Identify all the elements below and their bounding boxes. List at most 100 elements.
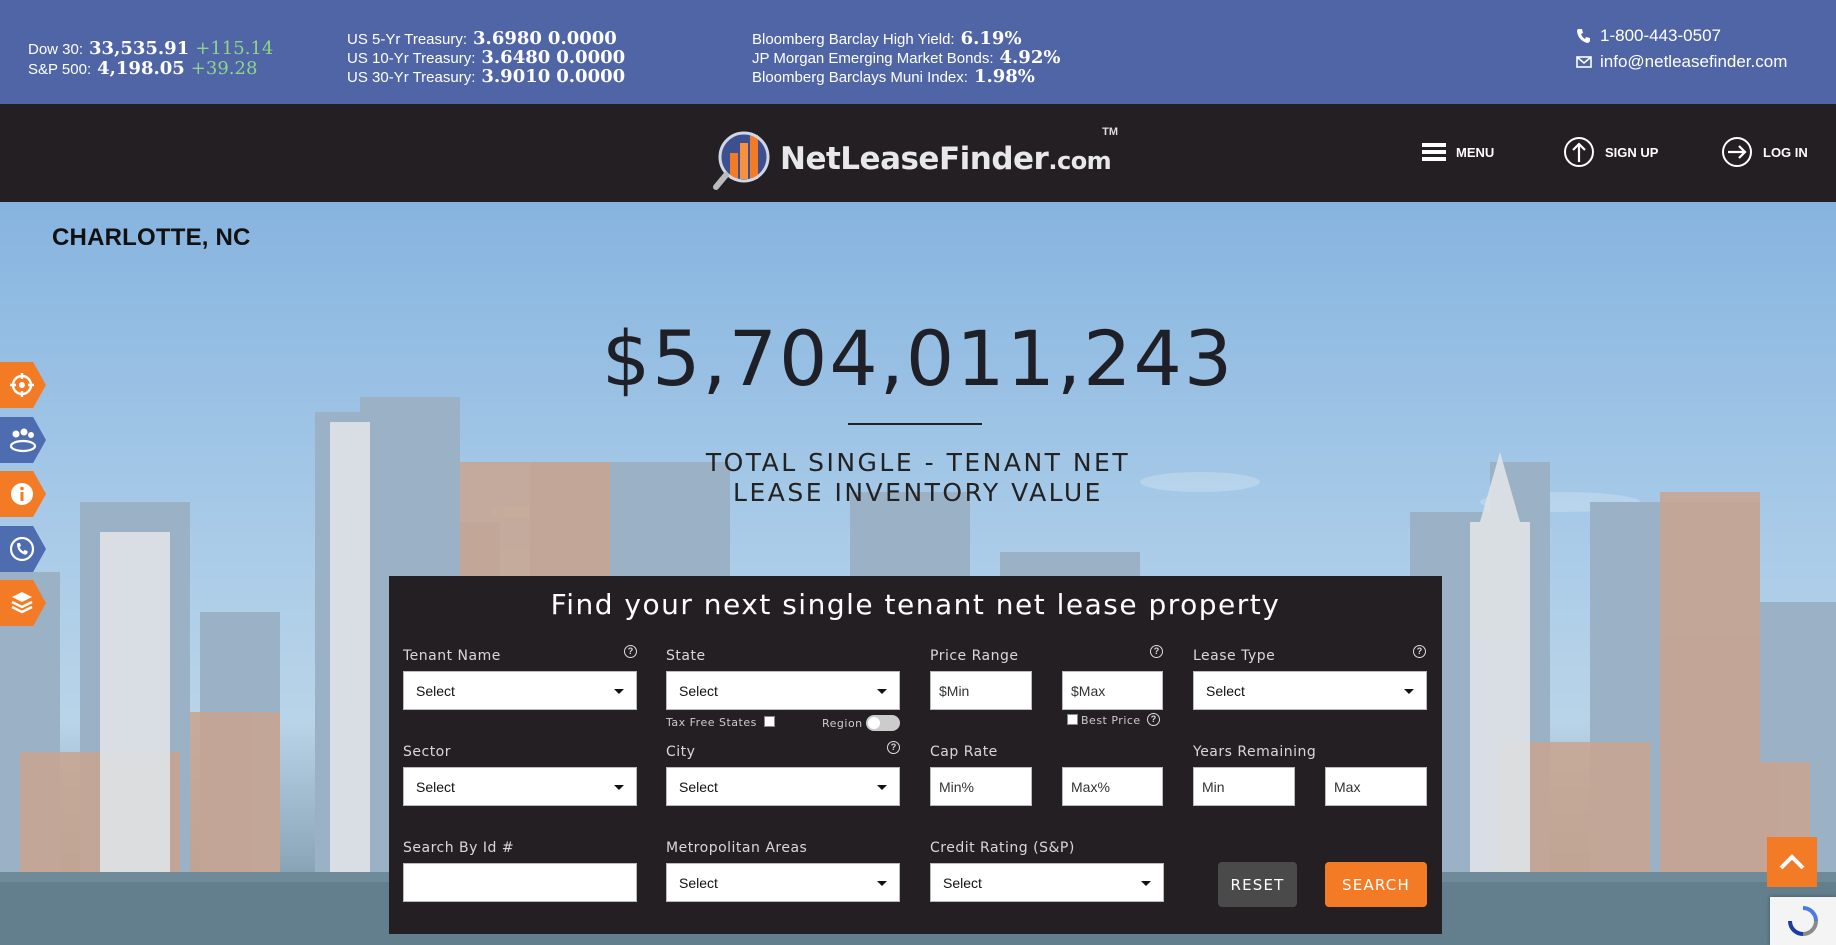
total-inventory-label: TOTAL SINGLE - TENANT NET LEASE INVENTOR…	[668, 448, 1168, 508]
years-remaining-label: Years Remaining	[1193, 744, 1317, 760]
t10-value: 3.6480	[481, 47, 551, 68]
t5-label: US 5-Yr Treasury:	[347, 31, 468, 48]
lease-type-select[interactable]: Select	[1193, 671, 1427, 710]
dow-change: +115.14	[195, 38, 274, 59]
cap-rate-max-input[interactable]	[1062, 767, 1163, 806]
metropolitan-areas-select[interactable]: Select	[666, 863, 900, 902]
group-icon	[9, 428, 37, 453]
ticker-treasury-5yr: US 5-Yr Treasury: 3.6980 0.0000	[347, 28, 617, 49]
search-by-id-input[interactable]	[403, 863, 637, 902]
ticker-emerging-bonds: JP Morgan Emerging Market Bonds: 4.92%	[752, 47, 1060, 68]
years-min-input[interactable]	[1193, 767, 1295, 806]
t30-value: 3.9010	[481, 66, 551, 87]
menu-label[interactable]: MENU	[1456, 145, 1494, 160]
credit-select-value: Select	[943, 874, 982, 891]
target-icon	[10, 373, 34, 397]
price-range-help-icon[interactable]: ?	[1150, 645, 1163, 658]
market-ticker-bar: Dow 30: 33,535.91 +115.14 S&P 500: 4,198…	[0, 0, 1836, 104]
tenant-name-select-value: Select	[416, 682, 455, 699]
scroll-to-top-button[interactable]	[1767, 837, 1817, 887]
signup-button[interactable]: SIGN UP	[1563, 136, 1658, 168]
chevron-down-icon	[1404, 689, 1414, 694]
info-icon	[11, 483, 33, 505]
recaptcha-icon	[1788, 906, 1818, 936]
signup-label[interactable]: SIGN UP	[1605, 145, 1658, 160]
t10-label: US 10-Yr Treasury:	[347, 50, 476, 67]
total-label-line2: LEASE INVENTORY VALUE	[733, 478, 1103, 507]
city-help-icon[interactable]: ?	[887, 741, 900, 754]
dow-label: Dow 30:	[28, 41, 84, 58]
login-label[interactable]: LOG IN	[1763, 145, 1808, 160]
ticker-sp500: S&P 500: 4,198.05 +39.28	[28, 58, 257, 79]
credit-rating-label: Credit Rating (S&P)	[930, 840, 1075, 856]
chevron-down-icon	[877, 881, 887, 886]
best-price-help-icon[interactable]: ?	[1147, 713, 1160, 726]
chevron-down-icon	[614, 689, 624, 694]
t30-label: US 30-Yr Treasury:	[347, 69, 476, 86]
main-navbar: NetLeaseFinder.com TM MENU SIGN UP LOG I…	[0, 104, 1836, 202]
lease-type-help-icon[interactable]: ?	[1413, 645, 1426, 658]
reset-button[interactable]: RESET	[1218, 862, 1297, 907]
login-button[interactable]: LOG IN	[1721, 136, 1808, 168]
login-arrow-icon	[1722, 137, 1752, 167]
upload-arrow-icon	[1564, 137, 1594, 167]
credit-rating-select[interactable]: Select	[930, 863, 1164, 902]
cap-rate-min-input[interactable]	[930, 767, 1032, 806]
chevron-down-icon	[877, 785, 887, 790]
state-select[interactable]: Select	[666, 671, 900, 710]
ticker-treasury-30yr: US 30-Yr Treasury: 3.9010 0.0000	[347, 66, 625, 87]
t30-change: 0.0000	[556, 66, 626, 87]
city-select-value: Select	[679, 778, 718, 795]
layers-icon	[11, 592, 33, 614]
region-toggle-knob	[868, 717, 880, 729]
best-price-label: Best Price	[1081, 714, 1141, 727]
email-address[interactable]: info@netleasefinder.com	[1600, 52, 1787, 72]
logo-magnifier-icon	[713, 131, 770, 190]
hero-divider	[848, 423, 982, 425]
logo-wordmark: NetLeaseFinder.com	[780, 141, 1112, 177]
total-label-line1: TOTAL SINGLE - TENANT NET	[705, 448, 1131, 477]
t10-change: 0.0000	[556, 47, 626, 68]
region-label: Region	[822, 717, 863, 730]
state-label: State	[666, 648, 706, 664]
sector-select[interactable]: Select	[403, 767, 637, 806]
metropolitan-areas-label: Metropolitan Areas	[666, 840, 808, 856]
recaptcha-badge[interactable]	[1770, 897, 1836, 945]
search-button[interactable]: SEARCH	[1325, 862, 1427, 907]
site-logo[interactable]: NetLeaseFinder.com TM	[712, 124, 1122, 194]
ticker-dow: Dow 30: 33,535.91 +115.14	[28, 38, 273, 59]
tax-free-states-label: Tax Free States	[666, 716, 757, 729]
phone-contact[interactable]: 1-800-443-0507	[1576, 26, 1721, 46]
city-select[interactable]: Select	[666, 767, 900, 806]
tenant-name-help-icon[interactable]: ?	[624, 645, 637, 658]
price-range-label: Price Range	[930, 648, 1019, 664]
phone-icon	[10, 536, 35, 562]
metro-select-value: Select	[679, 874, 718, 891]
chevron-down-icon	[877, 689, 887, 694]
tax-free-states-checkbox[interactable]	[764, 716, 775, 727]
t5-change: 0.0000	[547, 28, 617, 49]
tenant-name-select[interactable]: Select	[403, 671, 637, 710]
property-search-panel: Find your next single tenant net lease p…	[389, 576, 1442, 934]
email-contact[interactable]: info@netleasefinder.com	[1576, 52, 1787, 72]
menu-button[interactable]: MENU	[1422, 142, 1494, 162]
region-toggle[interactable]	[866, 715, 900, 731]
total-inventory-value: $5,704,011,243	[601, 314, 1235, 403]
cap-rate-label: Cap Rate	[930, 744, 998, 760]
years-max-input[interactable]	[1325, 767, 1427, 806]
ticker-muni-index: Bloomberg Barclays Muni Index: 1.98%	[752, 66, 1035, 87]
ticker-treasury-10yr: US 10-Yr Treasury: 3.6480 0.0000	[347, 47, 625, 68]
chevron-up-icon	[1779, 854, 1805, 870]
best-price-checkbox[interactable]	[1067, 714, 1078, 725]
hy-value: 6.19%	[960, 28, 1022, 49]
lease-type-select-value: Select	[1206, 682, 1245, 699]
price-max-input[interactable]	[1062, 671, 1163, 710]
search-by-id-label: Search By Id #	[403, 840, 515, 856]
price-min-input[interactable]	[930, 671, 1032, 710]
envelope-icon	[1576, 56, 1592, 68]
em-label: JP Morgan Emerging Market Bonds:	[752, 50, 994, 67]
sp-label: S&P 500:	[28, 61, 92, 78]
hy-label: Bloomberg Barclay High Yield:	[752, 31, 955, 48]
phone-number[interactable]: 1-800-443-0507	[1600, 26, 1721, 46]
muni-label: Bloomberg Barclays Muni Index:	[752, 69, 968, 86]
